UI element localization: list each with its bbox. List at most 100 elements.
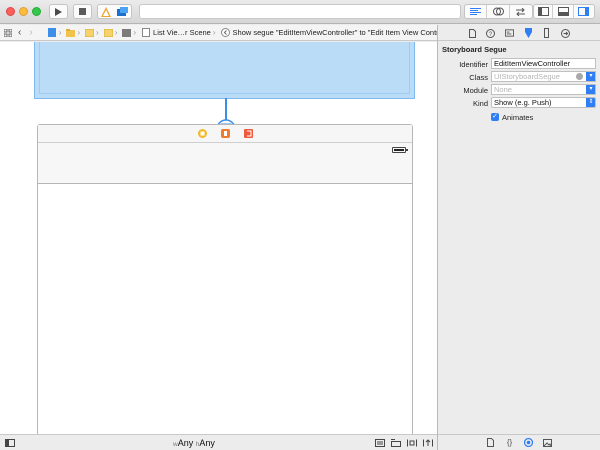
kind-value: Show (e.g. Push) (494, 98, 552, 107)
stop-icon (79, 8, 86, 15)
jumpbar-item-subgroup[interactable] (103, 28, 113, 37)
module-field[interactable]: None ▾ (491, 84, 596, 95)
navigation-bar[interactable] (38, 143, 412, 184)
size-class-control[interactable]: wAny hAny (173, 438, 215, 448)
version-editor-icon (516, 7, 526, 16)
file-template-library-icon (487, 438, 494, 447)
identifier-field[interactable]: EditItemViewController (491, 58, 596, 69)
resolve-issues-icon[interactable] (407, 439, 417, 447)
object-library-icon (524, 438, 533, 447)
module-dropdown-icon[interactable]: ▾ (586, 85, 595, 94)
tab-media-library[interactable] (543, 438, 552, 447)
section-title: Storyboard Segue (442, 45, 507, 54)
chevron-right-icon: › (58, 28, 62, 37)
close-window-button[interactable] (6, 7, 15, 16)
back-button[interactable]: ‹ (18, 27, 21, 38)
jumpbar-item-project[interactable] (48, 28, 57, 37)
tab-connections-inspector[interactable] (561, 28, 570, 38)
inspector-tab-bar: ? (438, 25, 600, 41)
library-tab-bar: {} (438, 434, 600, 450)
jumpbar-item-storyboard[interactable] (122, 28, 132, 37)
code-snippet-library-icon: {} (506, 438, 513, 447)
canvas-bottom-bar: wAny hAny (0, 434, 437, 450)
standard-editor-button[interactable] (465, 5, 488, 18)
kind-popup[interactable]: Show (e.g. Push) ⇕ (491, 97, 596, 108)
align-icon[interactable] (375, 439, 385, 447)
tab-identity-inspector[interactable] (505, 28, 514, 38)
scheme-selector[interactable] (97, 4, 132, 19)
resizing-icon[interactable] (423, 439, 433, 447)
segue-icon (220, 28, 230, 37)
chevron-right-icon: › (212, 28, 216, 37)
play-icon (55, 7, 62, 16)
first-responder-icon[interactable] (221, 129, 230, 138)
attributes-inspector-icon (525, 28, 532, 38)
animates-label[interactable]: Animates (502, 113, 533, 122)
jumpbar-item-folder[interactable] (66, 28, 76, 37)
utilities-panel-icon (578, 7, 590, 16)
storyboard-canvas[interactable] (0, 42, 437, 434)
list-view-content (39, 42, 410, 94)
class-label: Class (469, 73, 488, 82)
edit-item-view-controller-scene[interactable] (37, 124, 413, 434)
grid-icon (3, 28, 12, 37)
jumpbar-segue-label[interactable]: Show segue "EditItemViewController" to "… (233, 28, 437, 37)
stop-button[interactable] (73, 4, 92, 19)
version-editor-button[interactable] (510, 5, 532, 18)
toggle-utilities-button[interactable] (574, 5, 594, 18)
jumpbar-item-group[interactable] (85, 28, 95, 37)
jumpbar-scene-label[interactable]: List Vie…r Scene (153, 28, 211, 37)
pin-icon[interactable] (391, 439, 401, 447)
view-toggle-control (533, 4, 595, 19)
kind-dropdown-icon[interactable]: ⇕ (586, 98, 595, 107)
exit-icon[interactable] (244, 129, 253, 138)
debug-panel-icon (557, 7, 569, 16)
tab-code-snippet-library[interactable]: {} (505, 438, 514, 447)
tab-size-inspector[interactable] (542, 28, 551, 38)
view-controller-icon[interactable] (198, 129, 207, 138)
size-class-height-value: Any (199, 438, 215, 448)
class-arrow-icon[interactable] (576, 73, 583, 80)
chevron-right-icon: › (77, 28, 81, 37)
toggle-debug-area-button[interactable] (553, 5, 574, 18)
kind-label: Kind (472, 99, 488, 108)
window-toolbar (0, 0, 600, 24)
xcode-scheme-icon (101, 6, 111, 17)
utilities-inspector: ? Storyboard Segue Identifier EditItemVi… (438, 25, 600, 450)
scene-icon (141, 28, 150, 37)
forward-button[interactable]: › (29, 27, 32, 38)
run-button[interactable] (49, 4, 68, 19)
jumpbar-item-segue[interactable] (220, 28, 230, 37)
tab-object-library[interactable] (524, 438, 533, 447)
minimize-window-button[interactable] (19, 7, 28, 16)
quick-help-icon: ? (486, 28, 495, 38)
folder-icon (66, 28, 76, 37)
toggle-navigator-button[interactable] (534, 5, 554, 18)
identifier-label: Identifier (459, 60, 488, 69)
chevron-right-icon: › (96, 28, 99, 37)
jumpbar-item-scene[interactable] (141, 28, 150, 37)
storyboard-icon (122, 28, 132, 37)
navigator-panel-icon (537, 7, 549, 16)
zoom-window-button[interactable] (32, 7, 41, 16)
tab-quick-help[interactable]: ? (486, 28, 495, 38)
class-placeholder: UIStoryboardSegue (494, 72, 560, 81)
view-controller-content-view[interactable] (38, 184, 412, 434)
media-library-icon (543, 438, 552, 447)
battery-icon (392, 147, 408, 153)
related-items-button[interactable] (3, 28, 12, 37)
document-outline-toggle-icon[interactable] (5, 439, 15, 447)
class-field[interactable]: UIStoryboardSegue ▾ (491, 71, 596, 82)
tab-attributes-inspector[interactable] (524, 28, 533, 38)
assistant-editor-button[interactable] (487, 5, 510, 18)
class-dropdown-icon[interactable]: ▾ (586, 72, 595, 81)
group-icon (103, 28, 113, 37)
chevron-right-icon: › (133, 28, 137, 37)
file-inspector-icon (469, 28, 476, 38)
standard-editor-icon (470, 7, 482, 15)
list-view-controller-scene[interactable] (34, 42, 415, 99)
tab-file-inspector[interactable] (468, 28, 477, 38)
tab-file-template-library[interactable] (486, 438, 495, 447)
identity-inspector-icon (505, 29, 514, 37)
animates-checkbox[interactable]: ✓ (491, 113, 499, 121)
